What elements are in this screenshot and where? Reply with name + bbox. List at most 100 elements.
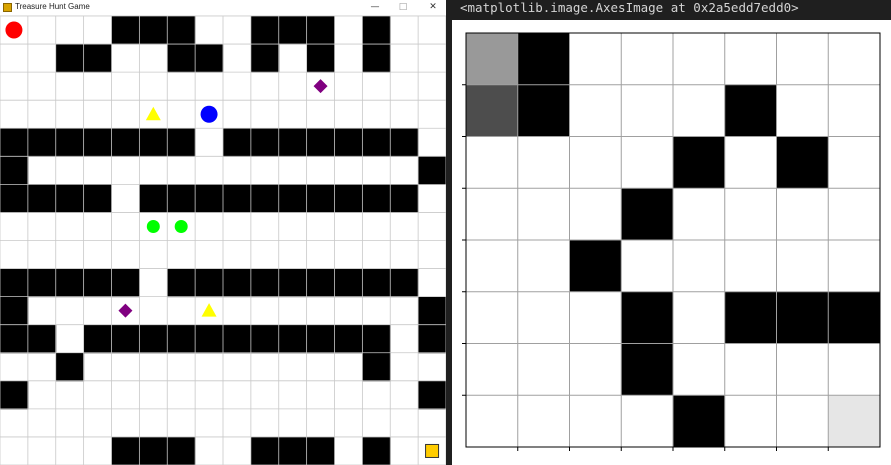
wall-cell <box>167 184 196 213</box>
plot-cell <box>776 136 829 189</box>
wall-cell <box>306 184 335 213</box>
notebook-output-panel: <matplotlib.image.AxesImage at 0x2a5edd7… <box>452 0 891 465</box>
plot-cell <box>724 343 777 396</box>
wall-cell <box>418 380 446 410</box>
wall-cell <box>0 268 29 298</box>
wall-cell <box>362 436 391 465</box>
wall-cell <box>223 184 252 213</box>
plot-cell <box>828 136 881 189</box>
wall-cell <box>390 184 419 213</box>
plot-cell <box>828 343 881 396</box>
wall-cell <box>250 436 280 465</box>
wall-cell <box>111 128 140 157</box>
plot-cell <box>828 84 881 137</box>
game-board[interactable] <box>0 16 446 465</box>
wall-cell <box>27 128 57 157</box>
wall-cell <box>334 268 363 298</box>
plot-cell <box>569 136 622 189</box>
wall-cell <box>0 296 29 326</box>
wall-cell <box>0 156 29 185</box>
plot-cell <box>569 343 622 396</box>
wall-cell <box>139 184 168 213</box>
wall-cell <box>55 268 85 298</box>
wall-cell <box>362 16 391 45</box>
wall-cell <box>223 324 252 354</box>
plot-cell <box>466 84 519 137</box>
wall-cell <box>195 268 224 298</box>
wall-cell <box>334 128 363 157</box>
wall-cell <box>418 296 446 326</box>
wall-cell <box>278 324 308 354</box>
plot-cell <box>517 343 570 396</box>
wall-cell <box>167 44 196 73</box>
plot-cell <box>517 188 570 241</box>
maximize-button[interactable]: □ <box>392 0 414 15</box>
plot-cell <box>673 395 726 448</box>
title-bar[interactable]: Treasure Hunt Game — □ ✕ <box>0 0 446 16</box>
wall-cell <box>362 268 391 298</box>
treasure-chest-icon <box>3 3 12 12</box>
wall-cell <box>250 324 280 354</box>
plot-cell <box>466 33 519 86</box>
plot-cell <box>517 240 570 293</box>
wall-cell <box>390 128 419 157</box>
wall-cell <box>55 128 85 157</box>
plot-cell <box>621 240 674 293</box>
wall-cell <box>55 184 85 213</box>
plot-cell <box>724 188 777 241</box>
plot-cell <box>466 240 519 293</box>
plot-cell <box>673 136 726 189</box>
wall-cell <box>139 324 168 354</box>
wall-cell <box>278 268 308 298</box>
plot-cell <box>776 188 829 241</box>
wall-cell <box>111 268 140 298</box>
wall-cell <box>0 380 29 410</box>
plot-cell <box>828 291 881 344</box>
plot-cell <box>569 33 622 86</box>
wall-cell <box>139 128 168 157</box>
plot-cell <box>621 136 674 189</box>
plot-cell <box>673 240 726 293</box>
wall-cell <box>362 128 391 157</box>
green-dot-icon <box>174 219 188 233</box>
plot-cell <box>828 240 881 293</box>
wall-cell <box>167 128 196 157</box>
wall-cell <box>362 324 391 354</box>
plot-cell <box>776 291 829 344</box>
plot-cell <box>673 84 726 137</box>
plot-cell <box>517 291 570 344</box>
wall-cell <box>306 128 335 157</box>
close-button[interactable]: ✕ <box>422 0 444 15</box>
plot-cell <box>621 395 674 448</box>
wall-cell <box>167 268 196 298</box>
plot-cell <box>776 84 829 137</box>
plot-cell <box>621 343 674 396</box>
plot-cell <box>517 395 570 448</box>
wall-cell <box>418 156 446 185</box>
wall-cell <box>306 436 335 465</box>
minimize-button[interactable]: — <box>364 0 386 15</box>
wall-cell <box>83 268 112 298</box>
wall-cell <box>223 268 252 298</box>
wall-cell <box>83 44 112 73</box>
wall-cell <box>167 324 196 354</box>
wall-cell <box>362 184 391 213</box>
wall-cell <box>278 16 308 45</box>
wall-cell <box>55 352 85 382</box>
plot-cell <box>828 395 881 448</box>
plot-cell <box>776 395 829 448</box>
plot-cell <box>776 240 829 293</box>
plot-cell <box>724 395 777 448</box>
wall-cell <box>250 16 280 45</box>
plot-cell <box>724 136 777 189</box>
wall-cell <box>27 324 57 354</box>
plot-cell <box>776 33 829 86</box>
wall-cell <box>250 44 280 73</box>
wall-cell <box>334 324 363 354</box>
wall-cell <box>334 184 363 213</box>
plot-cell <box>828 33 881 86</box>
plot-cell <box>621 188 674 241</box>
wall-cell <box>278 436 308 465</box>
plot-cell <box>466 291 519 344</box>
wall-cell <box>111 16 140 45</box>
